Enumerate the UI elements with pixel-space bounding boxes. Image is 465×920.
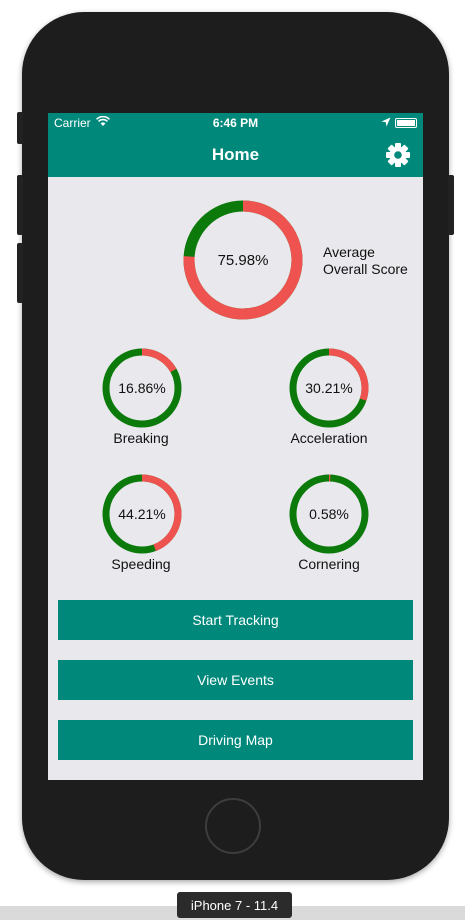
acceleration-score-ring: 30.21%	[289, 348, 369, 428]
overall-score-value: 75.98%	[217, 251, 269, 269]
volume-down-button	[17, 243, 23, 303]
speeding-label: Speeding	[111, 556, 171, 572]
breaking-score-ring: 16.86%	[102, 348, 182, 428]
location-arrow-icon	[381, 116, 391, 130]
speeding-score-ring: 44.21%	[102, 474, 182, 554]
overall-label-line1: Average	[323, 244, 375, 260]
breaking-label: Breaking	[113, 430, 169, 446]
status-bar: Carrier 6:46 PM	[48, 113, 423, 133]
gear-icon[interactable]	[384, 141, 412, 169]
status-time: 6:46 PM	[212, 116, 259, 130]
view-events-button[interactable]: View Events	[58, 660, 413, 700]
mute-switch	[17, 112, 23, 144]
driving-map-button[interactable]: Driving Map	[58, 720, 413, 760]
acceleration-score-value: 30.21%	[305, 380, 353, 396]
speeding-score-value: 44.21%	[118, 506, 166, 522]
volume-up-button	[17, 175, 23, 235]
cornering-label: Cornering	[298, 556, 360, 572]
home-button[interactable]	[205, 798, 261, 854]
overall-label-line2: Overall Score	[323, 261, 408, 277]
nav-bar: Home	[48, 133, 423, 177]
simulator-device-label: iPhone 7 - 11.4	[177, 892, 292, 918]
overall-score-label: Average Overall Score	[323, 244, 408, 278]
battery-icon	[395, 118, 417, 128]
power-button	[448, 175, 454, 235]
cornering-score-ring: 0.58%	[289, 474, 369, 554]
page-title: Home	[211, 145, 260, 164]
acceleration-label: Acceleration	[290, 430, 368, 446]
breaking-score-value: 16.86%	[118, 380, 166, 396]
start-tracking-button[interactable]: Start Tracking	[58, 600, 413, 640]
overall-score-ring: 75.98%	[183, 200, 303, 320]
cornering-score-value: 0.58%	[309, 506, 349, 522]
app-screen: Carrier 6:46 PM Home 75.98% Average Over…	[48, 113, 423, 780]
